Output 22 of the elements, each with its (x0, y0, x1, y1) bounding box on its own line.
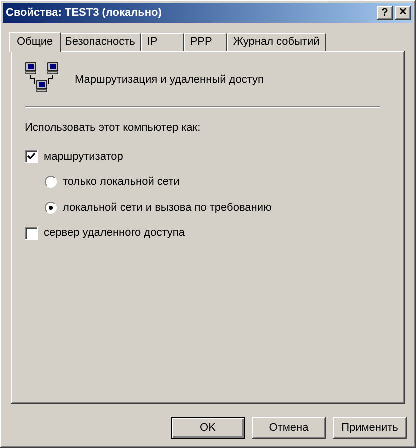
option-label: локальной сети и вызова по требованию (63, 200, 272, 216)
option-label: сервер удаленного доступа (44, 226, 185, 241)
tab[interactable]: Безопасность (59, 33, 142, 51)
radio-button[interactable] (45, 176, 57, 188)
radio-button[interactable] (45, 202, 57, 214)
dialog-button[interactable]: OK (171, 417, 245, 439)
window-title: Свойства: TEST3 (локально) (6, 6, 163, 21)
tab[interactable]: IP (141, 33, 184, 51)
group-label: Использовать этот компьютер как: (25, 121, 202, 136)
tab[interactable]: Журнал событий (227, 33, 326, 51)
checkbox[interactable] (25, 226, 38, 240)
close-button[interactable]: ✕ (395, 6, 411, 20)
checkbox[interactable] (25, 150, 38, 164)
dialog-button[interactable]: Применить (333, 417, 407, 439)
option-label: только локальной сети (63, 175, 180, 190)
tab[interactable]: PPP (184, 33, 228, 51)
dialog-button[interactable]: Отмена (252, 417, 326, 439)
help-button[interactable]: ? (377, 6, 393, 20)
section-heading: Маршрутизация и удаленный доступ (75, 72, 264, 88)
network-computers-icon (25, 62, 59, 94)
tab[interactable]: Общие (9, 32, 62, 52)
option-label: маршрутизатор (44, 150, 124, 164)
